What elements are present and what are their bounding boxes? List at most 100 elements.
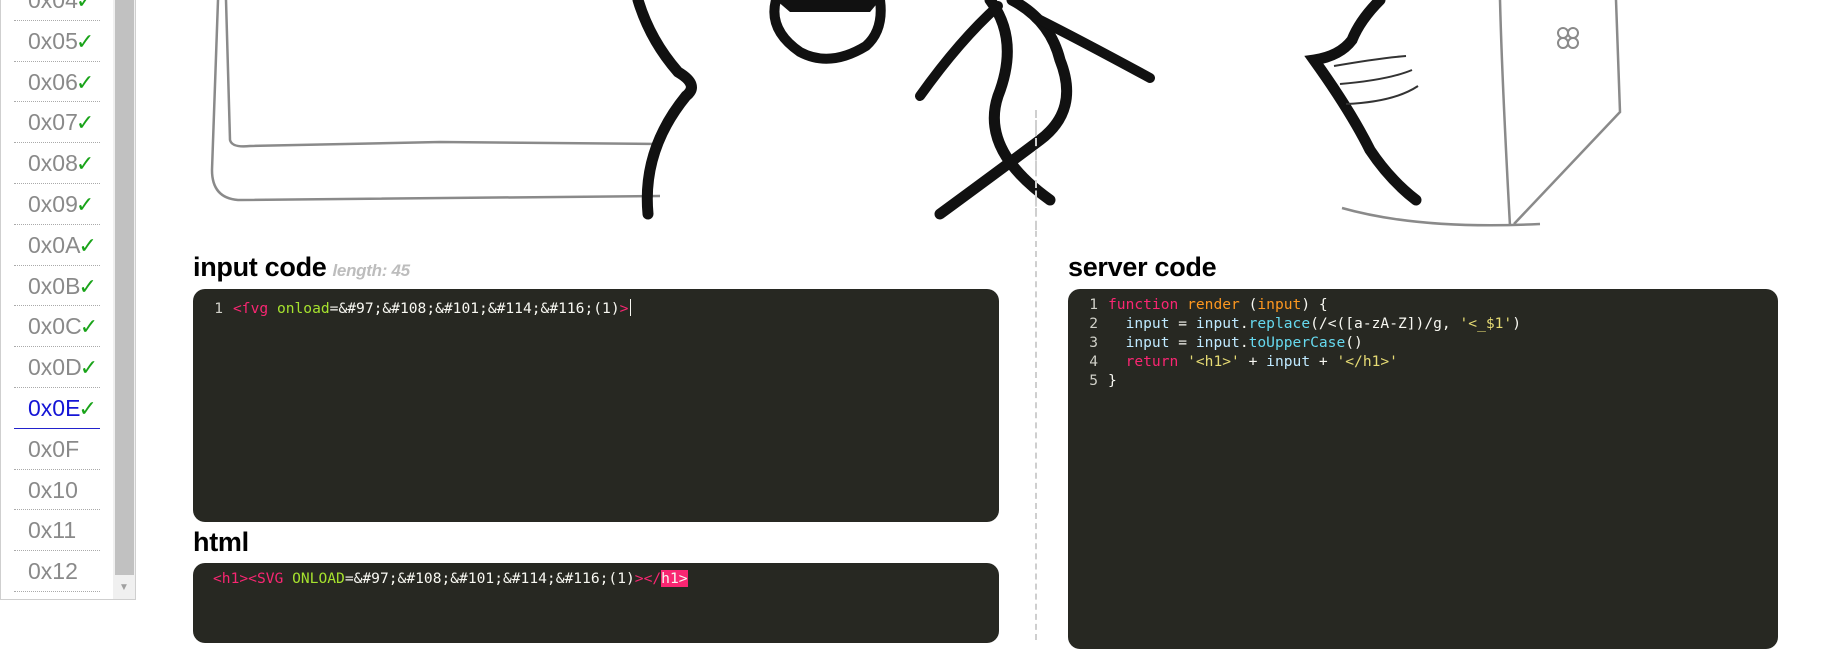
html-output-panel: <h1><SVG ONLOAD=&#97;&#108;&#101;&#114;&… (193, 563, 999, 643)
code-token: return (1108, 353, 1179, 370)
code-token: (/<([a-zA-Z])/g, (1310, 315, 1460, 332)
level-label: 0x06 (28, 68, 78, 95)
server-code-title: server code (1068, 252, 1217, 282)
code-token: '</h1>' (1336, 353, 1398, 370)
code-line: 1 <ſvg onload=&#97;&#108;&#101;&#114;&#11… (193, 299, 999, 318)
level-item[interactable]: 0x0C✓ (14, 306, 100, 348)
code-token: ONLOAD (292, 570, 345, 587)
level-item[interactable]: 0x09✓ (14, 184, 100, 225)
code-token: </ (643, 570, 662, 587)
code-token: =&#97;&#108;&#101;&#114;&#116;(1) (329, 300, 620, 317)
code-line: <h1><SVG ONLOAD=&#97;&#108;&#101;&#114;&… (193, 569, 999, 588)
level-label: 0x0F (28, 435, 80, 462)
code-token: input (1266, 353, 1311, 370)
level-label: 0x04 (28, 0, 78, 13)
code-line: 2 input = input.replace(/<([a-zA-Z])/g, … (1068, 314, 1778, 333)
check-icon: ✓ (75, 28, 95, 54)
server-code-heading: server code (1068, 252, 1217, 283)
level-item[interactable]: 0x07✓ (14, 102, 100, 144)
code-line: 5} (1068, 371, 1778, 390)
code-token: <h1> (213, 570, 249, 587)
input-length-label: length: 45 (332, 261, 411, 280)
level-item[interactable]: 0x11 (14, 510, 100, 552)
code-token: () (1345, 334, 1363, 351)
check-icon: ✓ (78, 395, 97, 421)
code-token: = (1169, 315, 1196, 332)
line-number: 3 (1089, 334, 1098, 351)
code-token: input (1257, 296, 1302, 313)
comic-illustration (210, 0, 1622, 230)
check-icon: ✓ (79, 355, 99, 381)
level-item[interactable]: 0x0B✓ (14, 266, 100, 307)
line-number: 4 (1089, 353, 1098, 370)
server-code-panel: 1 function render (input) {2 input = inpu… (1068, 289, 1778, 649)
code-token: ) (1512, 315, 1522, 332)
code-token: replace (1248, 315, 1311, 332)
check-icon: ✓ (78, 232, 97, 258)
level-item[interactable]: 0x10 (14, 470, 100, 511)
input-code-editor[interactable]: 1 <ſvg onload=&#97;&#108;&#101;&#114;&#11… (193, 289, 999, 522)
check-icon: ✓ (75, 0, 95, 13)
code-token: function (1108, 296, 1179, 313)
level-label: 0x09 (28, 190, 78, 217)
line-number: 1 (214, 300, 223, 317)
check-icon: ✓ (75, 191, 95, 217)
line-number: 2 (1089, 315, 1098, 332)
section-divider (1035, 120, 1037, 640)
code-token: input (1108, 334, 1170, 351)
level-label: 0x07 (28, 109, 78, 136)
html-title: html (193, 527, 249, 557)
level-list: 0x04✓ 0x05✓ 0x06✓ 0x07✓ 0x08✓ 0x09✓ 0x0A✓ 0x0B✓… (0, 0, 136, 600)
level-label: 0x0B (28, 272, 81, 299)
code-token: . (1239, 334, 1249, 351)
line-number: 5 (1089, 372, 1098, 389)
code-token: <SVG (248, 570, 284, 587)
level-items: 0x04✓ 0x05✓ 0x06✓ 0x07✓ 0x08✓ 0x09✓ 0x0A✓ 0x0B✓… (14, 0, 100, 592)
level-item[interactable]: 0x04✓ (14, 0, 100, 21)
level-label: 0x0D (28, 354, 82, 381)
html-heading: html (193, 527, 249, 558)
code-token: + (1310, 353, 1337, 370)
code-token: . (1239, 315, 1249, 332)
level-item[interactable]: 0x0A✓ (14, 225, 100, 266)
scrollbar-thumb[interactable] (115, 0, 134, 575)
level-label: 0x08 (28, 150, 78, 177)
scrollbar[interactable]: ▼ (113, 0, 135, 599)
code-token: onload (276, 300, 330, 317)
level-label: 0x0C (28, 313, 82, 340)
line-number: 1 (1089, 296, 1098, 313)
check-icon: ✓ (78, 273, 97, 299)
code-token: '<h1>' (1187, 353, 1240, 370)
code-token: =&#97;&#108;&#101;&#114;&#116;(1) (344, 570, 635, 587)
level-item[interactable]: 0x05✓ (14, 21, 100, 62)
code-line: 1 function render (input) { (1068, 295, 1778, 314)
check-icon: ✓ (79, 314, 99, 340)
code-line: 3 input = input.toUpperCase() (1068, 333, 1778, 352)
code-token: < (233, 300, 242, 317)
code-line: 4 return '<h1>' + input + '</h1>' (1068, 352, 1778, 371)
check-icon: ✓ (75, 151, 95, 177)
level-item[interactable]: 0x12 (14, 551, 100, 592)
level-item[interactable]: 0x0D✓ (14, 347, 100, 388)
level-label: 0x10 (28, 476, 78, 503)
code-token: + (1239, 353, 1267, 370)
scroll-down-arrow-icon[interactable]: ▼ (113, 580, 135, 596)
level-item[interactable]: 0x0E✓ (14, 388, 100, 429)
level-item[interactable]: 0x0F (14, 429, 100, 470)
level-item[interactable]: 0x08✓ (14, 143, 100, 184)
check-icon: ✓ (75, 69, 95, 95)
code-token: ( (1239, 296, 1258, 313)
code-token: > (634, 570, 644, 587)
level-label: 0x0E (28, 394, 81, 421)
code-token: = (1169, 334, 1196, 351)
code-token: } (1108, 372, 1117, 389)
level-item[interactable]: 0x06✓ (14, 62, 100, 103)
code-token: '<_$1' (1459, 315, 1513, 332)
level-label: 0x12 (28, 558, 78, 585)
check-icon: ✓ (75, 110, 95, 136)
level-label: 0x05 (28, 27, 78, 54)
